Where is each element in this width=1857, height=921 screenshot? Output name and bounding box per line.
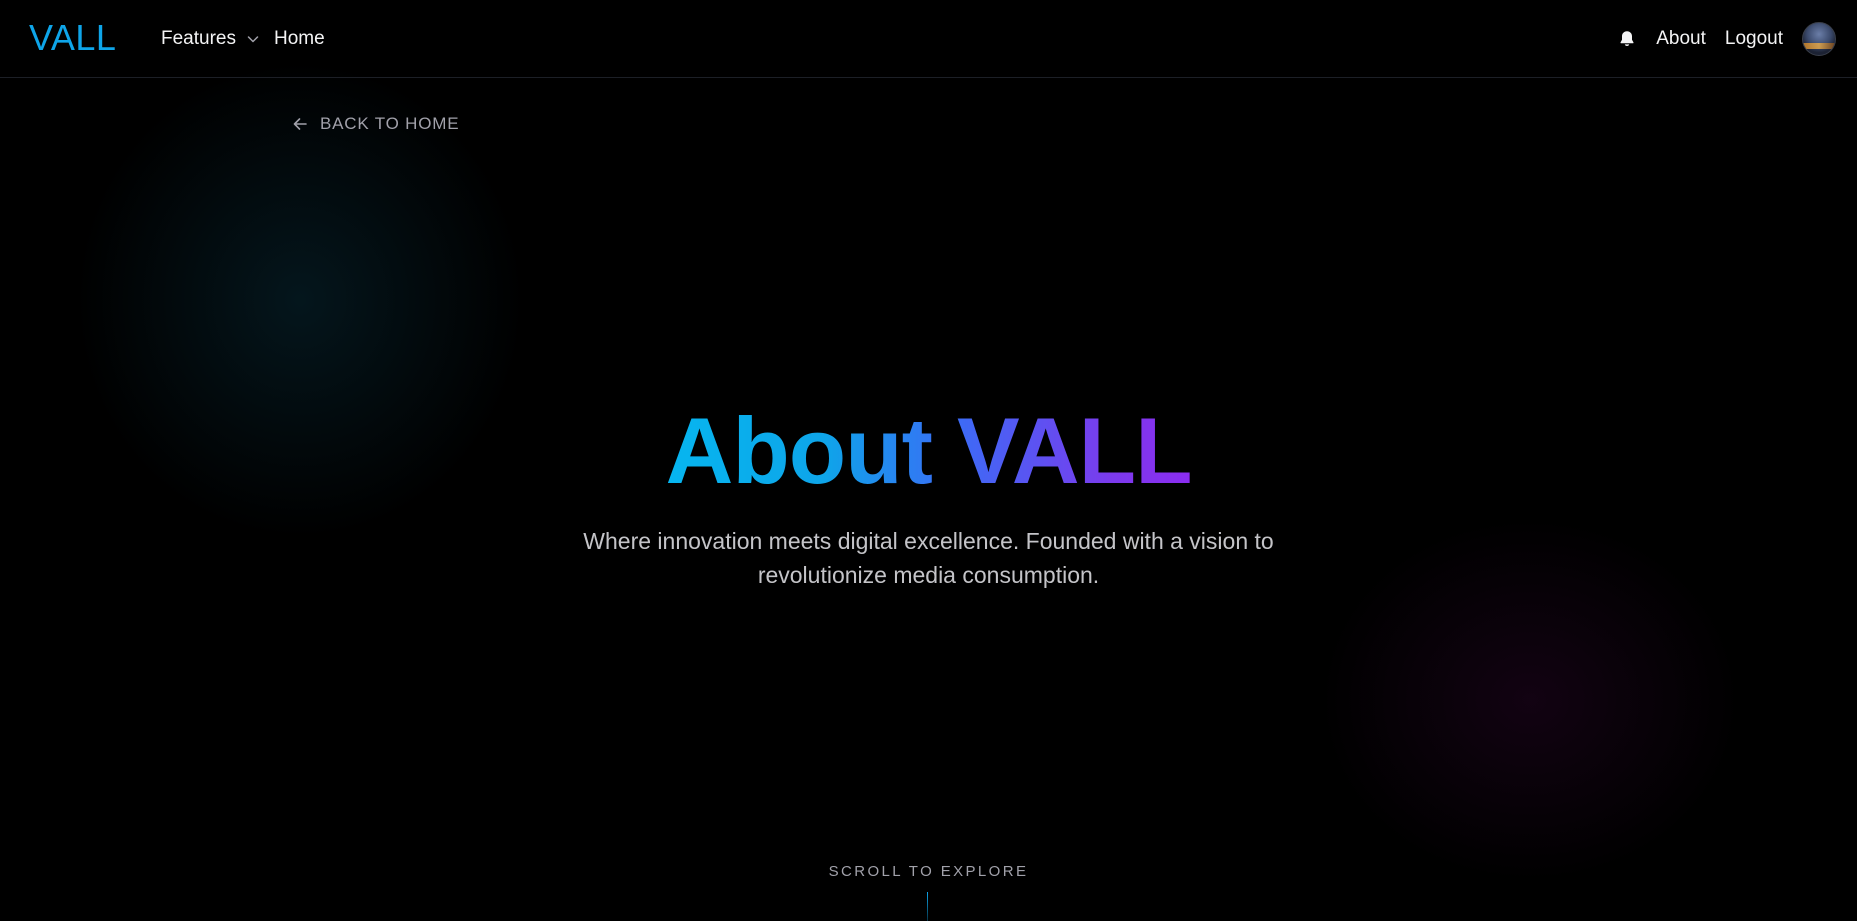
page-title-text: About VALL — [665, 398, 1192, 503]
nav-about-link[interactable]: About — [1656, 26, 1706, 52]
back-to-home-label: BACK TO HOME — [320, 114, 460, 133]
nav-logout-link[interactable]: Logout — [1725, 26, 1783, 52]
vall-logo[interactable]: VALL — [29, 16, 116, 60]
navbar-right-group: About Logout — [1617, 21, 1836, 57]
chevron-down-icon — [246, 32, 260, 46]
hero-subtitle: Where innovation meets digital excellenc… — [0, 524, 1857, 592]
back-to-home-link[interactable]: BACK TO HOME — [292, 112, 459, 136]
top-navbar: VALL Features Home About Logout — [0, 0, 1857, 78]
features-dropdown[interactable]: Features — [161, 26, 260, 52]
about-page: VALL Features Home About Logout BACK TO … — [0, 0, 1857, 921]
page-title: About VALL — [0, 396, 1857, 506]
bell-icon[interactable] — [1617, 29, 1637, 49]
features-label: Features — [161, 28, 236, 49]
hero-subtitle-line-2: revolutionize media consumption. — [757, 562, 1100, 588]
nav-home-link[interactable]: Home — [274, 26, 325, 52]
hero-subtitle-line-1: Where innovation meets digital excellenc… — [583, 528, 1274, 554]
arrow-left-icon — [292, 116, 308, 132]
avatar[interactable] — [1802, 22, 1836, 56]
scroll-indicator-line — [927, 892, 928, 921]
scroll-to-explore-label: SCROLL TO EXPLORE — [828, 863, 1029, 880]
